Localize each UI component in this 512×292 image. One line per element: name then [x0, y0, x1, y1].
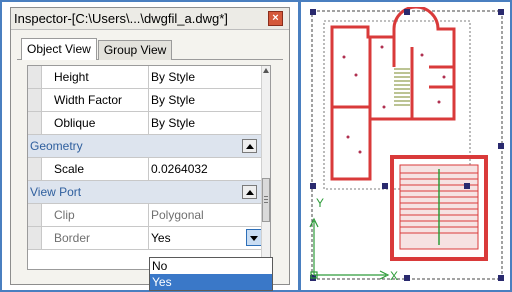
property-name: Width Factor [42, 89, 149, 111]
tab-group-view[interactable]: Group View [97, 40, 173, 60]
property-name: Height [42, 66, 149, 88]
chevron-up-icon[interactable] [242, 139, 257, 153]
chevron-down-icon[interactable] [246, 229, 262, 246]
scrollbar-thumb[interactable] [262, 178, 270, 222]
dropdown-option-yes[interactable]: Yes [150, 274, 272, 290]
inspector-panel: Inspector-[C:\Users\...\dwgfil_a.dwg*] ×… [10, 7, 290, 291]
lower-staircase-plan [390, 155, 488, 261]
category-geometry[interactable]: Geometry [28, 135, 263, 158]
property-row-height[interactable]: Height By Style [28, 66, 263, 89]
category-view-port[interactable]: View Port [28, 181, 263, 204]
upper-floor-plan [330, 7, 456, 181]
property-value[interactable]: By Style [149, 89, 263, 111]
close-icon[interactable]: × [268, 11, 283, 26]
chevron-up-icon[interactable] [242, 185, 257, 199]
property-name: Scale [42, 158, 149, 180]
green-stairs [394, 68, 410, 106]
property-grid: Height By Style Width Factor By Style Ob… [27, 65, 273, 291]
property-value[interactable]: By Style [149, 112, 263, 134]
property-name: Oblique [42, 112, 149, 134]
property-scrollbar[interactable] [261, 66, 270, 269]
axis-x-label: X [390, 269, 398, 283]
property-name: Border [42, 227, 149, 249]
property-row-scale[interactable]: Scale 0.0264032 [28, 158, 263, 181]
property-row-border[interactable]: Border Yes [28, 227, 263, 250]
property-row-clip[interactable]: Clip Polygonal [28, 204, 263, 227]
property-value[interactable]: 0.0264032 [149, 158, 263, 180]
property-row-width-factor[interactable]: Width Factor By Style [28, 89, 263, 112]
arrow-up-icon[interactable] [263, 68, 269, 73]
ucs-axis-icon [309, 217, 390, 280]
drawing-viewport[interactable]: Y X [304, 7, 506, 285]
property-value[interactable]: By Style [149, 66, 263, 88]
inspector-titlebar[interactable]: Inspector-[C:\Users\...\dwgfil_a.dwg*] × [11, 8, 289, 30]
category-label: View Port [30, 185, 82, 199]
property-name: Clip [42, 204, 149, 226]
inspector-tabs: Object View Group View [11, 38, 289, 60]
dropdown-option-no[interactable]: No [150, 258, 272, 274]
property-row-oblique[interactable]: Oblique By Style [28, 112, 263, 135]
property-value[interactable]: Polygonal [149, 204, 263, 226]
border-dropdown-list: No Yes [149, 257, 273, 291]
panel-divider [298, 0, 301, 292]
tab-object-view[interactable]: Object View [21, 38, 97, 60]
category-label: Geometry [30, 139, 83, 153]
axis-y-label: Y [316, 196, 324, 210]
inspector-title: Inspector-[C:\Users\...\dwgfil_a.dwg*] [14, 11, 228, 26]
